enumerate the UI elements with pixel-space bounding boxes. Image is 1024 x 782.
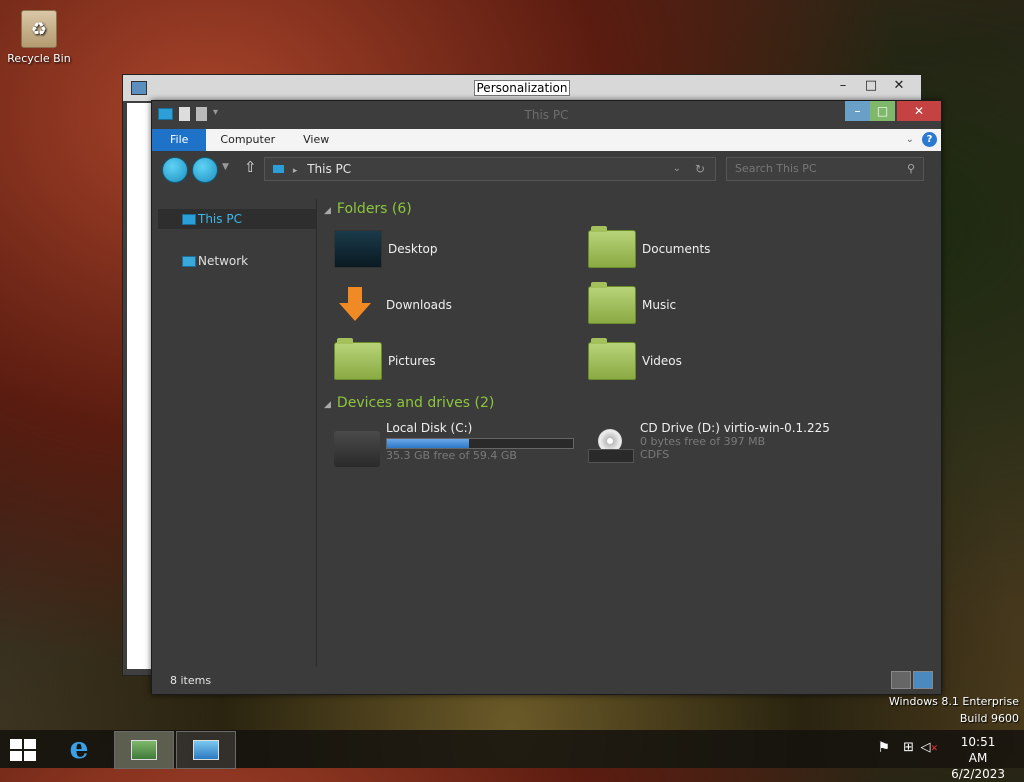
folder-videos[interactable]: Videos — [588, 338, 682, 383]
nav-item-label: This PC — [198, 212, 242, 226]
hard-drive-icon — [334, 431, 380, 467]
folder-documents[interactable]: Documents — [588, 226, 710, 271]
maximize-button[interactable]: □ — [857, 77, 885, 95]
navigation-pane: This PC Network — [158, 199, 317, 666]
back-button[interactable] — [162, 157, 188, 183]
search-icon: ⚲ — [906, 162, 915, 175]
recycle-bin-label: Recycle Bin — [7, 52, 71, 65]
window-title: This PC — [524, 108, 569, 122]
ribbon-tabs: File Computer View ⌄ ? — [152, 129, 941, 151]
collapse-icon[interactable]: ◢ — [324, 206, 331, 216]
taskbar-file-explorer[interactable] — [176, 731, 236, 769]
collapse-icon[interactable]: ◢ — [324, 400, 331, 410]
folder-pictures[interactable]: Pictures — [334, 338, 436, 383]
taskbar: e ⚑ ⊞ ◁✕ 10:51 AM 6/2/2023 — [0, 730, 1024, 781]
documents-folder-icon — [588, 226, 636, 268]
recycle-bin-desktop-icon[interactable]: ♻ Recycle Bin — [5, 10, 73, 65]
network-status-icon[interactable]: ⊞ — [903, 740, 914, 755]
this-pc-icon — [193, 740, 219, 760]
network-icon — [182, 256, 196, 267]
expand-ribbon-icon[interactable]: ⌄ — [906, 134, 914, 145]
personalization-title: Personalization — [473, 80, 571, 96]
folders-group-header[interactable]: ◢ Folders (6) — [324, 201, 412, 217]
tab-view[interactable]: View — [289, 129, 343, 151]
this-pc-icon — [182, 214, 196, 225]
navigation-bar: ▼ ⇧ ▸ This PC ⌄ ↻ Search This PC ⚲ — [152, 151, 941, 185]
close-button[interactable]: ✕ — [885, 77, 913, 95]
volume-muted-icon[interactable]: ◁✕ — [920, 740, 938, 755]
personalization-titlebar[interactable]: Personalization – □ ✕ — [123, 75, 921, 101]
taskbar-personalization[interactable] — [114, 731, 174, 769]
this-pc-window: ▾ This PC – □ ✕ File Computer View ⌄ ? ▼… — [151, 100, 942, 695]
search-placeholder: Search This PC — [735, 162, 817, 175]
recycle-bin-icon: ♻ — [21, 10, 57, 48]
this-pc-titlebar[interactable]: ▾ This PC – □ ✕ — [152, 101, 941, 129]
nav-item-label: Network — [198, 254, 249, 268]
windows-watermark: Windows 8.1 Enterprise Build 9600 — [888, 695, 1019, 725]
item-count: 8 items — [170, 674, 212, 687]
action-center-flag-icon[interactable]: ⚑ — [877, 740, 890, 756]
forward-button[interactable] — [192, 157, 218, 183]
drive-filesystem: CDFS — [640, 448, 670, 461]
refresh-icon[interactable]: ↻ — [695, 158, 705, 180]
this-pc-icon — [273, 165, 284, 173]
downloads-arrow-icon — [334, 287, 380, 323]
start-button[interactable] — [10, 739, 38, 761]
videos-folder-icon — [588, 338, 636, 380]
maximize-button[interactable]: □ — [870, 101, 895, 121]
content-area: ◢ Folders (6) Desktop Documents Downloads… — [318, 199, 941, 666]
desktop-folder-icon — [334, 230, 382, 268]
address-text: This PC — [307, 162, 352, 176]
drive-space-text: 0 bytes free of 397 MB — [640, 435, 766, 448]
drive-cd-d[interactable]: CD Drive (D:) virtio-win-0.1.225 0 bytes… — [588, 421, 830, 467]
up-arrow-icon[interactable]: ⇧ — [244, 158, 257, 176]
search-input[interactable]: Search This PC ⚲ — [726, 157, 924, 181]
folder-music[interactable]: Music — [588, 282, 676, 327]
folder-downloads[interactable]: Downloads — [334, 283, 452, 327]
drive-space-text: 35.3 GB free of 59.4 GB — [386, 449, 517, 462]
status-bar: 8 items — [152, 666, 941, 694]
close-button[interactable]: ✕ — [897, 101, 941, 121]
large-icons-view-icon[interactable] — [913, 671, 933, 689]
minimize-button[interactable]: – — [845, 101, 870, 121]
chevron-right-icon: ▸ — [292, 166, 298, 176]
personalization-icon — [131, 740, 157, 760]
details-view-icon[interactable] — [891, 671, 911, 689]
tab-computer[interactable]: Computer — [206, 129, 289, 151]
nav-item-network[interactable]: Network — [158, 251, 316, 271]
address-dropdown-icon[interactable]: ⌄ — [673, 158, 681, 180]
music-folder-icon — [588, 282, 636, 324]
cd-drive-icon — [588, 429, 634, 465]
minimize-button[interactable]: – — [829, 77, 857, 95]
recent-locations-icon[interactable]: ▼ — [222, 162, 229, 172]
address-bar[interactable]: ▸ This PC ⌄ ↻ — [264, 157, 716, 181]
clock[interactable]: 10:51 AM 6/2/2023 — [951, 734, 1005, 782]
tab-file[interactable]: File — [152, 129, 207, 151]
pictures-folder-icon — [334, 338, 382, 380]
disk-usage-bar — [386, 438, 574, 449]
windows-logo-icon — [10, 739, 38, 761]
drive-local-disk-c[interactable]: Local Disk (C:) 35.3 GB free of 59.4 GB — [334, 421, 574, 467]
nav-item-this-pc[interactable]: This PC — [158, 209, 316, 229]
help-icon[interactable]: ? — [922, 132, 937, 147]
devices-group-header[interactable]: ◢ Devices and drives (2) — [324, 395, 494, 411]
folder-desktop[interactable]: Desktop — [334, 227, 438, 271]
internet-explorer-icon[interactable]: e — [64, 734, 94, 764]
